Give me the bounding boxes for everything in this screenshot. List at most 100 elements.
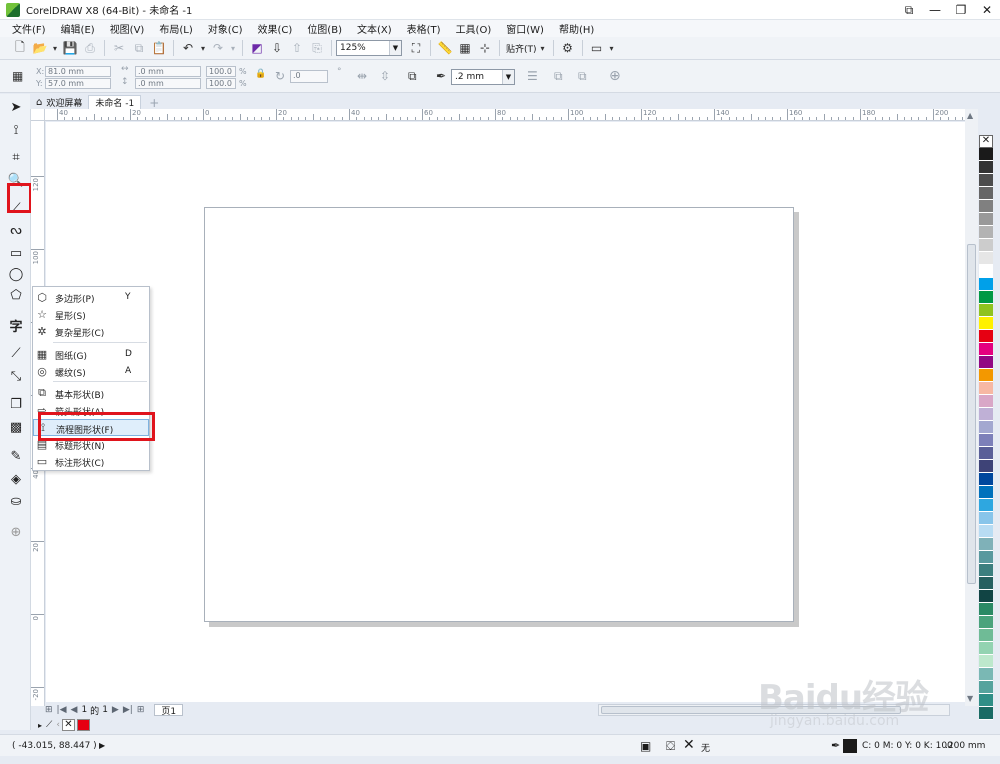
flyout-item-flowchart-shapes[interactable]: ⟟ 流程图形状(F) (33, 419, 149, 436)
color-swatch[interactable] (979, 408, 993, 421)
eyedropper-icon[interactable]: ⟋ (46, 720, 52, 730)
color-swatch[interactable] (979, 239, 993, 252)
add-page-before-icon[interactable]: ⊞ (45, 705, 53, 715)
redo-icon[interactable]: ↷ (208, 38, 228, 58)
color-swatch[interactable] (979, 330, 993, 343)
show-grid-icon[interactable]: ▦ (455, 38, 475, 58)
full-screen-preview-icon[interactable]: ⛶ (406, 38, 426, 58)
add-page-after-icon[interactable]: ⊞ (137, 705, 145, 715)
y-position-input[interactable]: 57.0 mm (45, 78, 111, 89)
add-tool-icon[interactable]: ⊕ (6, 522, 26, 542)
first-page-icon[interactable]: |◀ (57, 705, 67, 715)
parallel-dimension-tool-icon[interactable]: ⟋ (6, 343, 26, 363)
color-swatch[interactable] (979, 486, 993, 499)
color-swatch[interactable] (979, 577, 993, 590)
color-swatch[interactable] (979, 564, 993, 577)
flyout-item-star[interactable]: ☆ 星形(S) (33, 306, 149, 323)
mirror-vertical-icon[interactable]: ⇳ (380, 69, 390, 83)
color-swatch[interactable] (979, 616, 993, 629)
horizontal-scroll-thumb[interactable] (601, 706, 901, 714)
scale-x-input[interactable]: 100.0 (206, 66, 236, 77)
scale-y-input[interactable]: 100.0 (206, 78, 236, 89)
color-swatch[interactable] (979, 369, 993, 382)
menu-effects[interactable]: 效果(C) (258, 21, 293, 36)
color-swatch[interactable] (979, 499, 993, 512)
ellipse-tool-icon[interactable]: ◯ (6, 264, 26, 284)
color-swatch[interactable] (979, 278, 993, 291)
color-swatch[interactable] (979, 655, 993, 668)
color-swatch[interactable] (979, 317, 993, 330)
page-size-icon[interactable]: ▦ (12, 69, 23, 83)
launcher-dropdown-icon[interactable]: ▾ (607, 38, 617, 58)
menu-layout[interactable]: 布局(L) (159, 21, 192, 36)
add-preset-icon[interactable]: ⊕ (609, 68, 621, 84)
page-tab[interactable]: 页1 (154, 704, 184, 717)
flyout-item-basic-shapes[interactable]: ⧉ 基本形状(B) (33, 385, 149, 402)
color-swatch[interactable] (979, 668, 993, 681)
minimize-icon[interactable]: — (922, 0, 948, 20)
color-swatch[interactable] (979, 642, 993, 655)
x-position-input[interactable]: 81.0 mm (45, 66, 111, 77)
palette-scroll-left-icon[interactable]: ‹ (56, 720, 60, 730)
drawing-canvas[interactable] (46, 122, 965, 702)
mirror-horizontal-icon[interactable]: ⇹ (357, 69, 367, 83)
undo-icon[interactable]: ↶ (178, 38, 198, 58)
to-front-icon[interactable]: ⧉ (554, 69, 563, 84)
redo-dropdown-icon[interactable]: ▾ (228, 38, 238, 58)
color-swatch[interactable] (979, 603, 993, 616)
color-swatch[interactable] (979, 473, 993, 486)
menu-tools[interactable]: 工具(O) (456, 21, 492, 36)
cut-icon[interactable]: ✂ (109, 38, 129, 58)
color-swatch[interactable] (979, 343, 993, 356)
search-content-icon[interactable]: ◩ (247, 38, 267, 58)
color-swatch[interactable] (979, 512, 993, 525)
vertical-scrollbar[interactable]: ▲ ▼ (965, 109, 978, 706)
color-swatch[interactable] (979, 382, 993, 395)
menu-window[interactable]: 窗口(W) (506, 21, 544, 36)
color-swatch[interactable] (979, 538, 993, 551)
flyout-item-polygon[interactable]: ⬡ 多边形(P) Y (33, 289, 149, 306)
menu-help[interactable]: 帮助(H) (559, 21, 594, 36)
horizontal-ruler[interactable]: 40 20 0 20 40 60 80 100 120 140 160 180 200 (45, 109, 965, 121)
menu-view[interactable]: 视图(V) (110, 21, 145, 36)
polygon-tool-icon[interactable]: ⬠ (6, 285, 26, 305)
new-document-icon[interactable]: 🗋 (10, 38, 30, 58)
restore-icon[interactable]: ❐ (948, 0, 974, 20)
color-swatch[interactable] (979, 694, 993, 707)
color-swatch[interactable] (979, 356, 993, 369)
menu-object[interactable]: 对象(C) (208, 21, 243, 36)
drop-shadow-tool-icon[interactable]: ❐ (6, 394, 26, 414)
color-swatch[interactable] (979, 525, 993, 538)
color-swatch[interactable] (979, 291, 993, 304)
palette-options-icon[interactable]: ▸ (38, 721, 42, 730)
color-swatch[interactable] (979, 304, 993, 317)
color-swatch[interactable] (979, 707, 993, 720)
snap-to-menu[interactable]: 贴齐(T) (506, 42, 537, 55)
menu-file[interactable]: 文件(F) (12, 21, 46, 36)
smart-fill-tool-icon[interactable]: ⛀ (6, 491, 26, 511)
color-swatch[interactable] (979, 161, 993, 174)
artistic-media-tool-icon[interactable]: ᔓ (6, 220, 26, 240)
scroll-up-icon[interactable]: ▲ (967, 111, 973, 120)
color-swatch[interactable] (979, 226, 993, 239)
color-swatch[interactable] (979, 681, 993, 694)
color-swatch[interactable] (979, 460, 993, 473)
color-swatch[interactable] (979, 421, 993, 434)
vertical-scroll-thumb[interactable] (967, 244, 976, 584)
drawing-page[interactable] (204, 207, 794, 622)
open-dropdown-icon[interactable]: ▾ (50, 38, 60, 58)
flyout-item-callout-shapes[interactable]: ▭ 标注形状(C) (33, 453, 149, 470)
no-color-swatch[interactable]: ✕ (979, 135, 993, 148)
save-icon[interactable]: 💾 (60, 38, 80, 58)
paste-icon[interactable]: 📋 (149, 38, 169, 58)
rectangle-tool-icon[interactable]: ▭ (6, 243, 26, 263)
menu-bitmaps[interactable]: 位图(B) (307, 21, 342, 36)
horizontal-scrollbar[interactable] (598, 704, 950, 716)
color-swatch[interactable] (979, 200, 993, 213)
text-wrap-disabled-icon[interactable]: ☰ (527, 69, 538, 83)
crop-tool-icon[interactable]: ⌗ (6, 147, 26, 167)
color-swatch[interactable] (979, 213, 993, 226)
rotation-input[interactable]: .0 (290, 70, 328, 83)
flyout-item-spiral[interactable]: ◎ 螺纹(S) A (33, 363, 149, 380)
outline-width-select[interactable]: .2 mm ▼ (451, 69, 515, 85)
